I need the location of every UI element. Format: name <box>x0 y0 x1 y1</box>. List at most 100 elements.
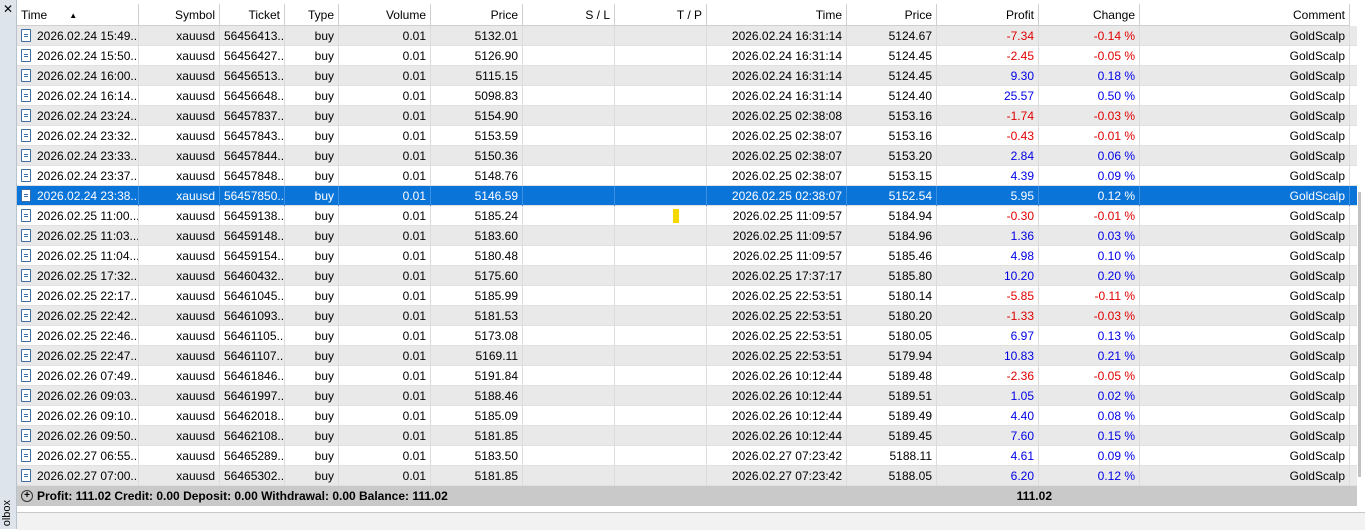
cell-sl <box>523 446 615 466</box>
cell-symbol: xauusd <box>139 246 220 266</box>
cell-close-time: 2026.02.24 16:31:14 <box>707 46 847 66</box>
cell-close-price: 5185.80 <box>847 266 937 286</box>
document-icon <box>21 389 31 402</box>
table-row[interactable]: 2026.02.24 23:37... xauusd 56457848... buy 0… <box>17 166 1357 186</box>
cell-tp <box>615 206 707 226</box>
cell-type: buy <box>285 186 339 206</box>
cell-change: 0.18 % <box>1039 66 1140 86</box>
col-header-sl[interactable]: S / L <box>523 4 615 26</box>
cell-type: buy <box>285 466 339 486</box>
table-row[interactable]: 2026.02.26 07:49... xauusd 56461846... buy 0… <box>17 366 1357 386</box>
cell-close-time: 2026.02.26 10:12:44 <box>707 426 847 446</box>
table-row[interactable]: 2026.02.27 06:55... xauusd 56465289... buy 0… <box>17 446 1357 466</box>
table-row[interactable]: 2026.02.25 11:04... xauusd 56459154... buy 0… <box>17 246 1357 266</box>
open-time-text: 2026.02.26 09:50... <box>37 429 139 443</box>
cell-close-time: 2026.02.24 16:31:14 <box>707 86 847 106</box>
table-row[interactable]: 2026.02.25 22:42... xauusd 56461093... buy 0… <box>17 306 1357 326</box>
cell-price: 5180.48 <box>431 246 523 266</box>
cell-symbol: xauusd <box>139 206 220 226</box>
cell-profit: 2.84 <box>937 146 1039 166</box>
cell-volume: 0.01 <box>339 466 431 486</box>
document-icon <box>21 49 31 62</box>
table-row[interactable]: 2026.02.25 22:46... xauusd 56461105... buy 0… <box>17 326 1357 346</box>
cell-close-time: 2026.02.25 11:09:57 <box>707 246 847 266</box>
cell-symbol: xauusd <box>139 66 220 86</box>
vertical-scrollbar[interactable] <box>1358 192 1361 477</box>
cell-volume: 0.01 <box>339 306 431 326</box>
col-header-volume[interactable]: Volume <box>339 4 431 26</box>
cell-close-time: 2026.02.25 22:53:51 <box>707 306 847 326</box>
cell-price: 5148.76 <box>431 166 523 186</box>
cell-close-time: 2026.02.25 22:53:51 <box>707 326 847 346</box>
cell-sl <box>523 66 615 86</box>
cell-profit: 9.30 <box>937 66 1039 86</box>
cell-comment: GoldScalp <box>1140 406 1350 426</box>
cell-symbol: xauusd <box>139 186 220 206</box>
cell-time: 2026.02.24 23:38... <box>17 186 139 206</box>
col-header-profit[interactable]: Profit <box>937 4 1039 26</box>
table-row[interactable]: 2026.02.24 16:00... xauusd 56456513... buy 0… <box>17 66 1357 86</box>
col-header-time[interactable]: Time ▲ <box>17 4 139 26</box>
cell-type: buy <box>285 406 339 426</box>
open-time-text: 2026.02.27 07:00... <box>37 469 139 483</box>
table-row[interactable]: 2026.02.26 09:10... xauusd 56462018... buy 0… <box>17 406 1357 426</box>
cell-time: 2026.02.26 09:03... <box>17 386 139 406</box>
cell-comment: GoldScalp <box>1140 466 1350 486</box>
cell-change: 0.15 % <box>1039 426 1140 446</box>
col-header-type[interactable]: Type <box>285 4 339 26</box>
cell-close-time: 2026.02.25 22:53:51 <box>707 346 847 366</box>
table-row[interactable]: 2026.02.24 23:32... xauusd 56457843... buy 0… <box>17 126 1357 146</box>
cell-tp <box>615 446 707 466</box>
cell-time: 2026.02.25 11:04... <box>17 246 139 266</box>
col-header-comment[interactable]: Comment <box>1140 4 1350 26</box>
table-row[interactable]: 2026.02.24 23:38... xauusd 56457850... buy 0… <box>17 186 1357 206</box>
open-time-text: 2026.02.25 22:46... <box>37 329 139 343</box>
close-icon[interactable]: ✕ <box>2 3 14 15</box>
cell-volume: 0.01 <box>339 186 431 206</box>
table-row[interactable]: 2026.02.25 11:00... xauusd 56459138... buy 0… <box>17 206 1357 226</box>
cell-sl <box>523 346 615 366</box>
cell-ticket: 56461997... <box>220 386 285 406</box>
table-row[interactable]: 2026.02.26 09:03... xauusd 56461997... buy 0… <box>17 386 1357 406</box>
table-row[interactable]: 2026.02.25 17:32... xauusd 56460432... buy 0… <box>17 266 1357 286</box>
cell-symbol: xauusd <box>139 126 220 146</box>
table-row[interactable]: 2026.02.24 16:14... xauusd 56456648... buy 0… <box>17 86 1357 106</box>
col-header-tp[interactable]: T / P <box>615 4 707 26</box>
table-row[interactable]: 2026.02.24 23:24... xauusd 56457837... buy 0… <box>17 106 1357 126</box>
toolbox-label[interactable]: olbox <box>1 500 15 526</box>
table-row[interactable]: 2026.02.26 09:50... xauusd 56462108... buy 0… <box>17 426 1357 446</box>
open-time-text: 2026.02.24 23:37... <box>37 169 139 183</box>
cell-ticket: 56465302... <box>220 466 285 486</box>
table-row[interactable]: 2026.02.24 23:33... xauusd 56457844... buy 0… <box>17 146 1357 166</box>
cell-price: 5185.09 <box>431 406 523 426</box>
table-row[interactable]: 2026.02.24 15:49... xauusd 56456413... buy 0… <box>17 26 1357 46</box>
cell-time: 2026.02.25 17:32... <box>17 266 139 286</box>
cell-time: 2026.02.25 22:47... <box>17 346 139 366</box>
col-header-close-price[interactable]: Price <box>847 4 937 26</box>
expand-plus-icon[interactable]: + <box>21 490 33 502</box>
cell-profit: 10.20 <box>937 266 1039 286</box>
col-header-price[interactable]: Price <box>431 4 523 26</box>
table-row[interactable]: 2026.02.25 22:17... xauusd 56461045... buy 0… <box>17 286 1357 306</box>
cell-close-price: 5124.67 <box>847 26 937 46</box>
col-header-symbol[interactable]: Symbol <box>139 4 220 26</box>
cell-time: 2026.02.27 07:00... <box>17 466 139 486</box>
table-row[interactable]: 2026.02.24 15:50... xauusd 56456427... buy 0… <box>17 46 1357 66</box>
cell-time: 2026.02.24 16:14... <box>17 86 139 106</box>
col-header-close-time[interactable]: Time <box>707 4 847 26</box>
col-header-change[interactable]: Change <box>1039 4 1140 26</box>
cell-price: 5115.15 <box>431 66 523 86</box>
cell-comment: GoldScalp <box>1140 266 1350 286</box>
col-header-ticket[interactable]: Ticket <box>220 4 285 26</box>
cell-time: 2026.02.24 15:50... <box>17 46 139 66</box>
cell-tp <box>615 286 707 306</box>
table-row[interactable]: 2026.02.25 22:47... xauusd 56461107... buy 0… <box>17 346 1357 366</box>
cell-change: -0.05 % <box>1039 46 1140 66</box>
table-row[interactable]: 2026.02.27 07:00... xauusd 56465302... buy 0… <box>17 466 1357 486</box>
cell-close-price: 5184.94 <box>847 206 937 226</box>
open-time-text: 2026.02.24 15:49... <box>37 29 139 43</box>
document-icon <box>21 29 31 42</box>
cell-time: 2026.02.26 07:49... <box>17 366 139 386</box>
table-row[interactable]: 2026.02.25 11:03... xauusd 56459148... buy 0… <box>17 226 1357 246</box>
cell-close-time: 2026.02.25 11:09:57 <box>707 206 847 226</box>
